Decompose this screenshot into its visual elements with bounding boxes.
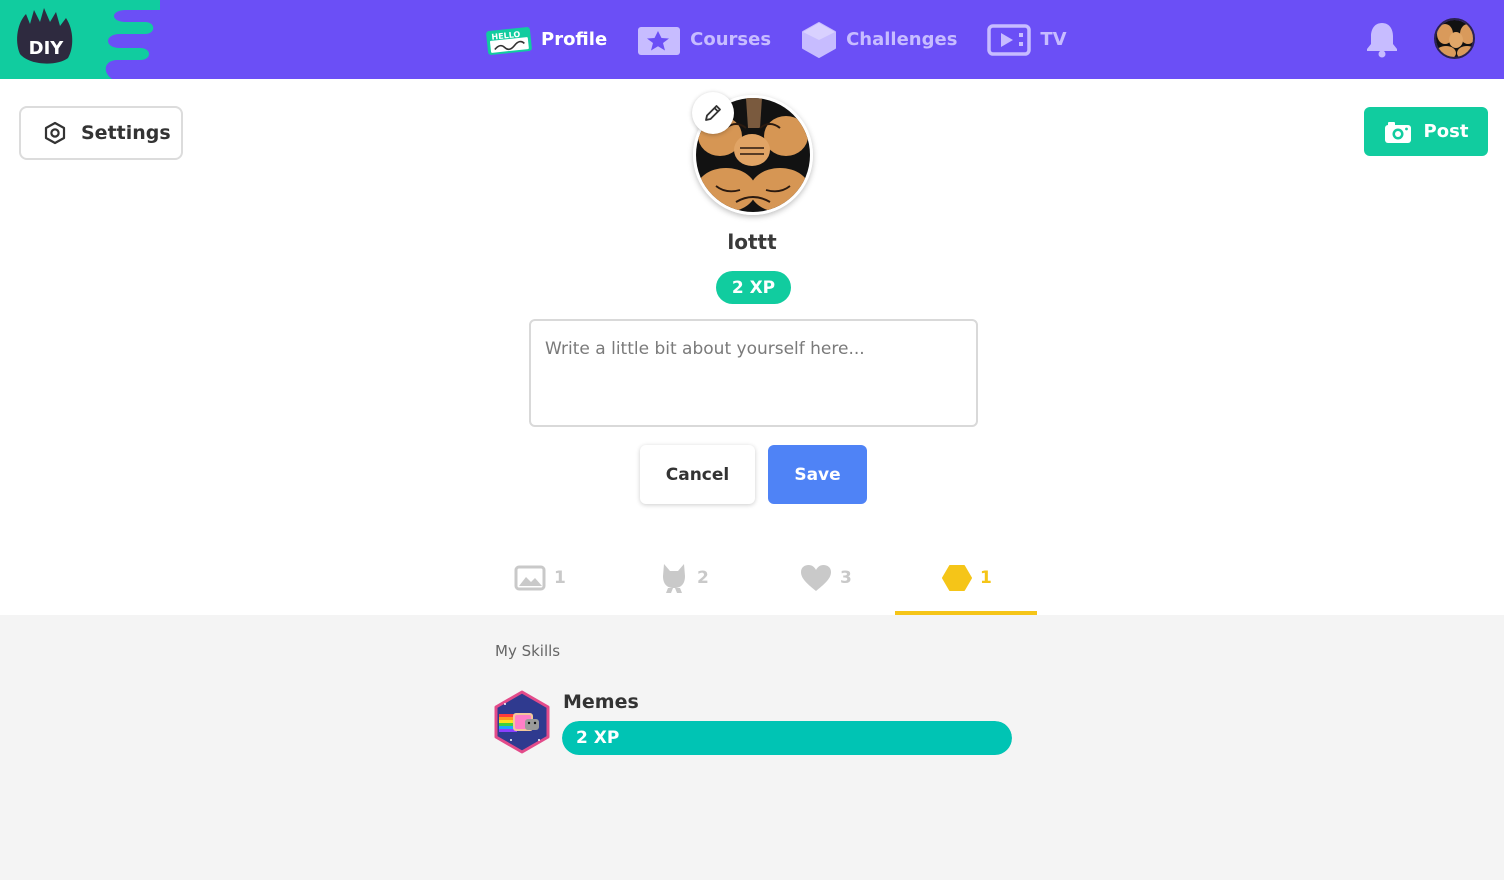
skill-xp-label: 2 XP	[576, 728, 620, 748]
tab-favorites[interactable]: 3	[800, 555, 852, 600]
tab-skills[interactable]: 1	[942, 555, 992, 600]
bell-icon[interactable]	[1364, 20, 1400, 58]
post-button[interactable]: Post	[1364, 107, 1488, 156]
tab-favorites-count: 3	[840, 567, 852, 588]
skill-name: Memes	[563, 691, 639, 713]
tv-play-icon	[987, 23, 1032, 56]
main-nav: HELLO Profile Courses Challenges TV	[486, 0, 1097, 79]
save-button[interactable]: Save	[768, 445, 867, 504]
settings-hexagon-icon	[44, 121, 66, 145]
diy-logo[interactable]: DIY	[0, 0, 160, 79]
logo-text: DIY	[29, 38, 65, 59]
pencil-icon	[705, 105, 721, 121]
nav-challenges[interactable]: Challenges	[801, 21, 957, 59]
edit-avatar-button[interactable]	[692, 92, 734, 134]
active-tab-indicator	[895, 611, 1037, 615]
bio-textarea[interactable]	[529, 319, 978, 427]
tab-posts-count: 1	[554, 567, 566, 588]
star-card-icon	[638, 26, 681, 55]
tab-skills-count: 1	[980, 567, 992, 588]
cancel-button[interactable]: Cancel	[640, 445, 755, 504]
avatar-image	[1436, 20, 1473, 57]
my-skills-heading: My Skills	[495, 642, 561, 660]
tab-following-count: 2	[697, 567, 709, 588]
nav-profile[interactable]: HELLO Profile	[486, 25, 607, 55]
nav-tv-label: TV	[1040, 29, 1067, 50]
nav-courses[interactable]: Courses	[637, 23, 771, 57]
nav-courses-label: Courses	[690, 29, 772, 50]
hexagon-icon	[802, 21, 837, 58]
post-label: Post	[1423, 121, 1469, 142]
profile-username: lottt	[727, 230, 777, 254]
skill-progress-bar: 2 XP	[562, 721, 1012, 755]
settings-label: Settings	[81, 122, 171, 144]
tab-posts[interactable]: 1	[514, 555, 566, 600]
xp-badge: 2 XP	[716, 271, 791, 304]
hexagon-icon	[942, 564, 972, 591]
tab-following[interactable]: 2	[659, 555, 709, 600]
settings-button[interactable]: Settings	[19, 106, 183, 160]
nav-challenges-label: Challenges	[846, 29, 958, 50]
heart-icon	[801, 564, 831, 591]
nyan-cat-badge-icon	[494, 690, 550, 754]
cat-icon	[663, 563, 685, 593]
user-avatar-menu[interactable]	[1434, 18, 1475, 59]
nav-profile-label: Profile	[541, 29, 608, 50]
hello-name-tag-icon: HELLO	[486, 26, 532, 55]
skill-progress-fill: 2 XP	[562, 721, 1012, 755]
top-navigation-bar: DIY HELLO Profile Courses Challenges TV	[0, 0, 1504, 79]
image-icon	[514, 565, 546, 590]
nav-tv[interactable]: TV	[987, 23, 1067, 56]
camera-icon	[1384, 121, 1411, 143]
